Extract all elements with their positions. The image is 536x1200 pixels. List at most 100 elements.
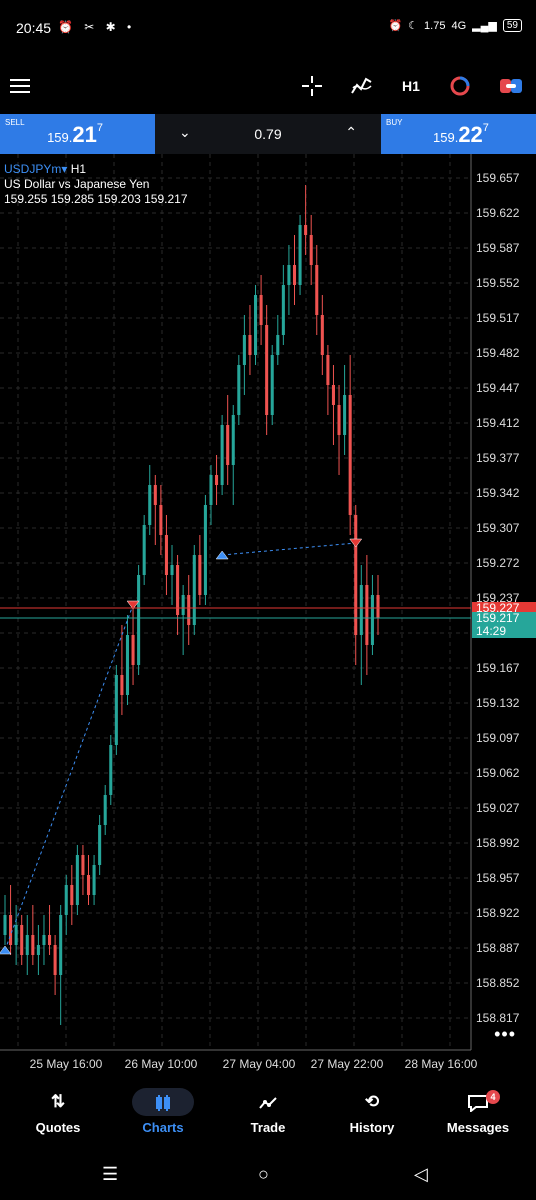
candle-body: [203, 505, 207, 595]
candle-body: [159, 505, 163, 535]
candle-body: [192, 555, 196, 625]
y-tick-label: 158.922: [476, 906, 520, 920]
candle-body: [164, 535, 168, 575]
indicators-icon[interactable]: [350, 72, 374, 100]
nav-label-quotes: Quotes: [35, 1120, 81, 1135]
candle-body: [354, 515, 358, 635]
candle-body: [59, 915, 63, 975]
nav-charts[interactable]: Charts: [113, 1088, 213, 1135]
candle-body: [220, 425, 224, 485]
signal-label: 4G: [451, 19, 467, 32]
candle-body: [370, 595, 374, 645]
candle-body: [298, 225, 302, 285]
symbol-description: US Dollar vs Japanese Yen: [4, 177, 150, 191]
system-navigation-bar: ☰ ○ ◁: [0, 1152, 536, 1200]
y-tick-label: 159.552: [476, 276, 520, 290]
lot-size-control: ⌄ 0.79 ⌃: [155, 114, 381, 154]
nav-quotes[interactable]: ⇅ Quotes: [8, 1088, 108, 1135]
nav-messages[interactable]: 4 Messages: [428, 1088, 528, 1135]
x-tick-label: 27 May 22:00: [311, 1057, 384, 1071]
candle-body: [187, 595, 191, 625]
candle-body: [98, 825, 102, 865]
candle-body: [36, 945, 40, 955]
trade-link-line: [222, 542, 356, 556]
objects-icon[interactable]: [448, 72, 472, 100]
sell-button[interactable]: SELL 159.217: [0, 114, 155, 154]
chart-canvas[interactable]: 159.657 159.622 159.587 159.552 159.517 159.4…: [0, 154, 536, 1080]
crosshair-icon[interactable]: [300, 72, 324, 100]
chart-timeframe: H1: [70, 162, 87, 176]
candle-body: [253, 295, 258, 355]
candle-body: [320, 315, 324, 355]
net-speed: 1.75: [424, 19, 446, 32]
y-tick-label: 159.377: [476, 451, 520, 465]
candle-body: [142, 525, 146, 575]
candle-body: [198, 555, 202, 595]
one-click-trading-icon[interactable]: [498, 72, 524, 100]
candle-body: [309, 235, 313, 265]
trade-line-icon: [245, 1088, 291, 1116]
y-tick-label: 159.657: [476, 171, 520, 185]
y-tick-label: 159.167: [476, 661, 520, 675]
chart-symbol-header: USDJPYm▾ H1: [4, 162, 86, 176]
hamburger-icon[interactable]: [8, 72, 32, 100]
y-tick-label: 159.342: [476, 486, 520, 500]
battery-indicator: 59: [502, 19, 522, 32]
back-icon[interactable]: ◁: [414, 1164, 428, 1185]
x-tick-label: 28 May 16:00: [405, 1057, 478, 1071]
candle-body: [304, 225, 308, 235]
candle-body: [281, 285, 285, 335]
candle-body: [120, 675, 124, 695]
moon-icon: ☾: [408, 20, 419, 32]
candle-body: [326, 355, 330, 385]
candle-body: [226, 425, 230, 465]
quotes-icon: ⇅: [50, 1092, 66, 1111]
candle-body: [9, 915, 13, 945]
home-icon[interactable]: ○: [258, 1164, 269, 1185]
candle-body: [365, 585, 369, 645]
recent-apps-icon[interactable]: ☰: [102, 1164, 118, 1185]
candle-body: [242, 335, 246, 365]
candle-body: [237, 365, 241, 415]
candle-body: [215, 475, 219, 485]
status-notification-icons: ⏰ ✂ ✱ •: [58, 20, 136, 34]
buy-marker-icon: [0, 945, 12, 955]
candle-body: [337, 405, 341, 435]
bid-price-label: 159.217: [476, 611, 520, 625]
y-tick-label: 159.447: [476, 381, 520, 395]
bottom-navigation: ⇅ Quotes Charts Trade ⟲ History 4 Messag…: [0, 1080, 536, 1152]
price-chart[interactable]: 159.657 159.622 159.587 159.552 159.517 159.4…: [0, 154, 536, 1080]
y-tick-label: 158.852: [476, 976, 520, 990]
y-tick-label: 159.132: [476, 696, 520, 710]
y-tick-label: 159.517: [476, 311, 520, 325]
y-tick-label: 159.412: [476, 416, 520, 430]
candle-body: [148, 485, 152, 525]
one-click-trade-panel: SELL 159.217 ⌄ 0.79 ⌃ BUY 159.227: [0, 114, 536, 154]
status-time: 20:45: [16, 20, 52, 36]
ohlc-values: 159.255 159.285 159.203 159.217: [4, 192, 188, 206]
symbol-dropdown-icon[interactable]: ▾: [61, 162, 67, 176]
nav-trade[interactable]: Trade: [218, 1088, 318, 1135]
candle-body: [315, 265, 319, 315]
charts-icon: [132, 1088, 194, 1116]
nav-history[interactable]: ⟲ History: [322, 1088, 422, 1135]
messages-badge: 4: [486, 1090, 500, 1104]
y-tick-label: 158.887: [476, 941, 520, 955]
symbol-name[interactable]: USDJPYm: [4, 162, 61, 176]
candle-body: [64, 885, 68, 915]
timeframe-button[interactable]: H1: [398, 72, 424, 100]
sell-price: 159.217: [47, 122, 103, 147]
candle-body: [31, 935, 35, 955]
buy-label: BUY: [386, 118, 403, 127]
signal-bars-icon: ▂▄▆: [472, 20, 497, 32]
chevron-up-icon[interactable]: ⌃: [345, 124, 357, 141]
more-options-icon[interactable]: •••: [494, 1024, 516, 1045]
nav-label-trade: Trade: [250, 1120, 286, 1135]
x-tick-label: 25 May 16:00: [30, 1057, 103, 1071]
buy-button[interactable]: BUY 159.227: [381, 114, 536, 154]
candle-body: [276, 335, 280, 355]
y-tick-label: 159.027: [476, 801, 520, 815]
candle-body: [20, 925, 24, 955]
status-right-icons: ⏰ ☾ 1.75 4G ▂▄▆ 59: [388, 19, 522, 32]
buy-marker-icon: [215, 550, 229, 560]
